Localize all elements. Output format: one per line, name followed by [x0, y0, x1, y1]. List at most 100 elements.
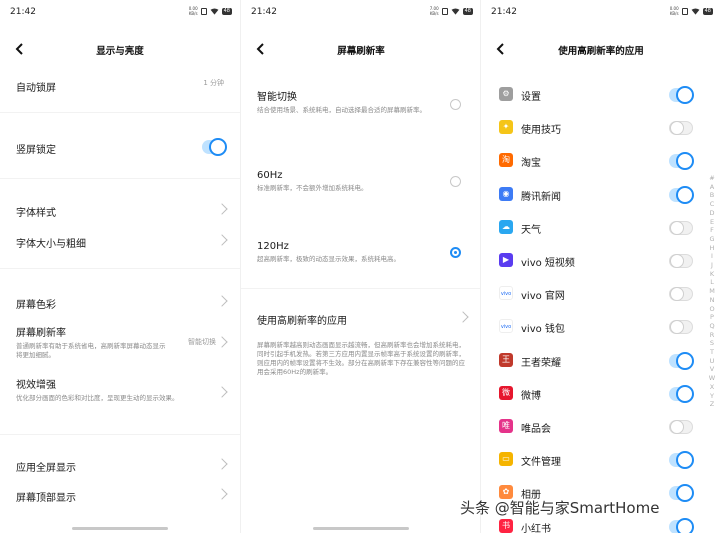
alphabet-letter[interactable]: T: [708, 348, 716, 357]
app-row[interactable]: ◉ 腾讯新闻: [499, 184, 707, 206]
auto-lock-row[interactable]: 自动锁屏 1 分钟: [16, 76, 228, 94]
refresh-note-text: 屏幕刷新率越高则动态画面显示越流畅，但高刷新率也会增加系统耗电，同时引起手机发热…: [257, 341, 465, 376]
alphabet-letter[interactable]: V: [708, 365, 716, 374]
screen-color-row[interactable]: 屏幕色彩: [16, 293, 228, 311]
app-refresh-toggle[interactable]: [669, 86, 694, 104]
alphabet-letter[interactable]: R: [708, 331, 716, 340]
app-row[interactable]: ✦ 使用技巧: [499, 117, 707, 139]
visual-enhance-row[interactable]: 视效增强 优化部分画面的色彩和对比度，呈现更生动的显示效果。: [16, 376, 228, 412]
option-radio[interactable]: [450, 99, 461, 110]
option-label: 120Hz: [257, 241, 289, 252]
refresh-rate-row[interactable]: 屏幕刷新率 普通刷新率有助于系统省电，高刷新率屏幕动态显示将更加细腻。 智能切换: [16, 324, 228, 360]
settings-icon: ⚙: [499, 87, 513, 101]
refresh-option-120hz[interactable]: 120Hz 超高刷新率，极致的动态显示效果，系统耗电高。: [257, 241, 469, 269]
app-refresh-toggle[interactable]: [669, 287, 693, 302]
app-refresh-toggle[interactable]: [669, 451, 694, 470]
chevron-right-icon: [216, 295, 228, 307]
alphabet-letter[interactable]: M: [708, 287, 716, 296]
app-name: 王者荣耀: [521, 357, 561, 369]
nfc-icon: [681, 7, 688, 15]
refresh-option-smart[interactable]: 智能切换 结合使用场景、系统耗电，自动选择最合适的屏幕刷新率。: [257, 88, 469, 124]
high-refresh-apps-row[interactable]: 使用高刷新率的应用: [257, 309, 469, 327]
fullscreen-row[interactable]: 应用全屏显示: [16, 456, 228, 474]
app-row[interactable]: 唯唯品会: [499, 416, 707, 438]
alphabet-letter[interactable]: F: [708, 226, 716, 235]
app-refresh-toggle[interactable]: [669, 185, 694, 204]
gesture-bar[interactable]: [72, 527, 168, 530]
toggle-knob: [676, 451, 694, 470]
app-refresh-toggle[interactable]: [669, 254, 693, 268]
visual-enhance-label: 视效增强: [16, 380, 56, 391]
alphabet-letter[interactable]: H: [708, 244, 716, 253]
alphabet-letter[interactable]: W: [708, 374, 716, 383]
alphabet-letter[interactable]: Q: [708, 322, 716, 331]
toggle-knob: [676, 384, 694, 403]
auto-lock-value: 1 分钟: [203, 79, 224, 87]
app-row[interactable]: 王王者荣耀: [499, 350, 707, 372]
alphabet-letter[interactable]: N: [708, 296, 716, 305]
taobao-icon: 淘: [499, 153, 513, 168]
font-size-row[interactable]: 字体大小与粗细: [16, 232, 228, 250]
gesture-bar[interactable]: [313, 527, 409, 530]
alphabet-letter[interactable]: Z: [708, 400, 716, 409]
app-refresh-toggle[interactable]: [669, 351, 694, 370]
option-radio-selected[interactable]: [450, 247, 461, 258]
alphabet-letter[interactable]: O: [708, 305, 716, 314]
refresh-option-60hz[interactable]: 60Hz 标准刷新率，不会额外增加系统耗电。: [257, 170, 469, 198]
toggle-knob: [670, 121, 684, 136]
top-display-row[interactable]: 屏幕顶部显示: [16, 486, 228, 504]
app-refresh-toggle[interactable]: [669, 320, 693, 335]
chevron-right-icon: [457, 311, 469, 323]
app-row[interactable]: 淘淘宝: [499, 150, 707, 172]
alphabet-letter[interactable]: S: [708, 339, 716, 348]
toggle-knob: [676, 517, 694, 533]
auto-lock-label: 自动锁屏: [16, 83, 56, 94]
alphabet-letter[interactable]: J: [708, 261, 716, 270]
portrait-lock-row[interactable]: 竖屏锁定: [16, 138, 228, 156]
wifi-icon: [451, 7, 460, 15]
alphabet-letter[interactable]: Y: [708, 392, 716, 401]
app-refresh-toggle[interactable]: [669, 420, 693, 434]
alphabet-letter[interactable]: G: [708, 235, 716, 244]
app-refresh-toggle[interactable]: [669, 484, 694, 503]
app-row[interactable]: vivo vivo 官网: [499, 283, 707, 305]
alphabet-index[interactable]: # A B C D E F G H I J K L M N O P Q R S T U V W X Y Z: [708, 174, 716, 409]
alphabet-letter[interactable]: I: [708, 252, 716, 261]
network-speed: 0.00 KB/s: [669, 6, 679, 16]
app-name: 腾讯新闻: [521, 191, 561, 203]
app-row[interactable]: ▭ 文件管理: [499, 449, 707, 471]
app-refresh-toggle[interactable]: [669, 220, 693, 235]
status-bar: 21:42 0.00 KB/s 48: [481, 0, 720, 24]
alphabet-letter[interactable]: P: [708, 313, 716, 322]
toggle-knob: [676, 185, 694, 204]
app-refresh-toggle[interactable]: [669, 121, 693, 136]
app-row[interactable]: ⚙ 设置: [499, 84, 707, 106]
tencent-news-icon: ◉: [499, 186, 513, 201]
vipshop-icon: 唯: [499, 419, 513, 433]
app-bar: 屏幕刷新率: [241, 36, 481, 62]
alphabet-letter[interactable]: K: [708, 270, 716, 279]
portrait-lock-toggle[interactable]: [202, 138, 227, 156]
alphabet-letter[interactable]: #: [708, 174, 716, 183]
app-refresh-toggle[interactable]: [669, 517, 694, 533]
app-row[interactable]: ▶ vivo 短视频: [499, 250, 707, 272]
app-row[interactable]: 微微博: [499, 383, 707, 405]
high-refresh-apps-label: 使用高刷新率的应用: [257, 316, 347, 327]
alphabet-letter[interactable]: E: [708, 218, 716, 227]
wifi-icon: [210, 7, 219, 15]
alphabet-letter[interactable]: C: [708, 200, 716, 209]
option-radio[interactable]: [450, 176, 461, 187]
alphabet-letter[interactable]: U: [708, 357, 716, 366]
app-row[interactable]: ☁ 天气: [499, 217, 707, 239]
font-style-row[interactable]: 字体样式: [16, 201, 228, 219]
app-refresh-toggle[interactable]: [669, 384, 694, 403]
alphabet-letter[interactable]: L: [708, 278, 716, 287]
alphabet-letter[interactable]: B: [708, 191, 716, 200]
app-refresh-toggle[interactable]: [669, 152, 694, 171]
app-row[interactable]: 书小红书: [499, 516, 707, 533]
alphabet-letter[interactable]: X: [708, 383, 716, 392]
alphabet-letter[interactable]: A: [708, 183, 716, 192]
app-row[interactable]: vivo vivo 钱包: [499, 316, 707, 338]
app-name: 微博: [521, 390, 541, 402]
alphabet-letter[interactable]: D: [708, 209, 716, 218]
